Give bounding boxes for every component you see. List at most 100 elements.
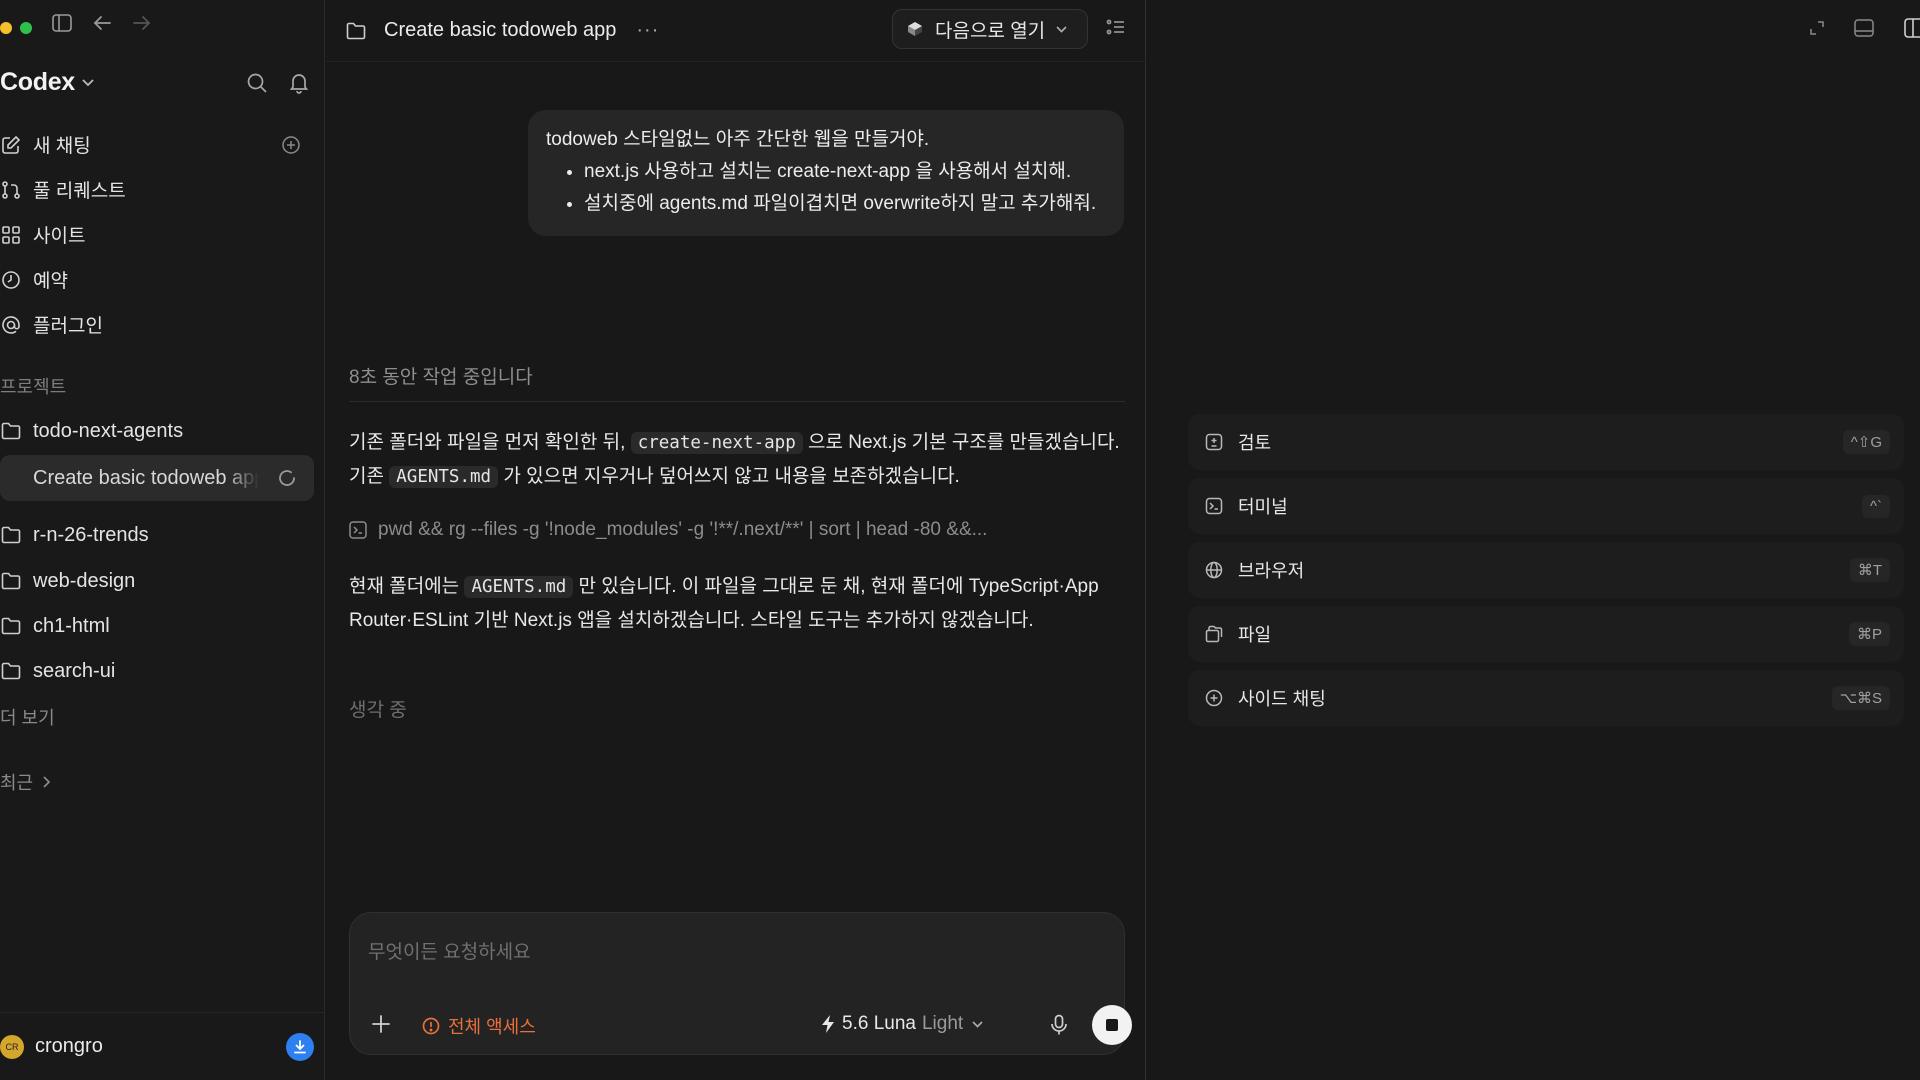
tool-files[interactable]: 파일 ⌘P (1188, 606, 1904, 662)
recent-section-toggle[interactable]: 최근 (0, 769, 51, 795)
project-label: search-ui (33, 659, 116, 682)
composer: 무엇이든 요청하세요 전체 액세스 5.6 Luna Light (349, 912, 1132, 1055)
inline-code: AGENTS.md (464, 576, 574, 598)
tool-label: 검토 (1238, 433, 1272, 453)
tool-label: 파일 (1238, 625, 1272, 645)
chevron-down-icon[interactable] (81, 78, 95, 88)
user-message-intro: todoweb 스타일없느 아주 간단한 웹을 만들거야. (546, 129, 930, 150)
more-options-icon[interactable]: ··· (636, 19, 659, 42)
tool-browser[interactable]: 브라우저 ⌘T (1188, 542, 1904, 598)
terminal-icon (1204, 497, 1224, 515)
inline-code: create-next-app (630, 432, 803, 454)
chat-panel: Create basic todoweb app ··· 다음으로 열기 tod… (326, 0, 1481, 1080)
nav-plugins[interactable]: 플러그인 (0, 302, 314, 347)
open-with-button[interactable]: 다음으로 열기 (892, 9, 1088, 49)
pull-request-icon (0, 180, 22, 200)
search-icon[interactable] (246, 72, 268, 94)
minimize-button[interactable] (0, 22, 12, 34)
project-item[interactable]: search-ui (0, 648, 314, 694)
project-label: ch1-html (33, 614, 110, 637)
show-more-link[interactable]: 더 보기 (0, 704, 55, 730)
back-arrow-icon[interactable] (92, 14, 112, 32)
chevron-down-icon (1055, 25, 1068, 34)
app-switcher[interactable]: Codex (0, 68, 75, 97)
nav-scheduled[interactable]: 예약 (0, 257, 314, 302)
tool-label: 터미널 (1238, 497, 1288, 517)
warning-shield-icon (422, 1017, 440, 1035)
tool-review[interactable]: 검토 ^⇧G (1188, 414, 1904, 470)
message-input[interactable]: 무엇이든 요청하세요 (368, 937, 531, 964)
at-icon (0, 315, 22, 335)
folder-icon (0, 617, 22, 635)
bolt-icon (822, 1015, 834, 1033)
side-panel: 검토 ^⇧G 터미널 ^` 브라우저 ⌘T 파일 ⌘P 사이드 채팅 ⌥⌘S (1147, 0, 1920, 1080)
recent-label: 최근 (0, 773, 34, 793)
nav-sites[interactable]: 사이트 (0, 212, 314, 257)
text: 가 있으면 지우거나 덮어쓰지 않고 내용을 보존하겠습니다. (498, 466, 960, 487)
stop-button[interactable] (1092, 1005, 1132, 1045)
expand-icon[interactable] (1810, 21, 1824, 35)
chevron-right-icon (41, 775, 51, 789)
working-status[interactable]: 8초 동안 작업 중입니다 (349, 362, 533, 389)
chat-header: Create basic todoweb app ··· 다음으로 열기 (326, 0, 1146, 62)
folder-icon (346, 22, 366, 40)
top-toolbar (52, 14, 152, 32)
list-item: next.js 사용하고 설치는 create-next-app 을 사용해서 … (584, 156, 1108, 188)
shortcut-badge: ^⇧G (1842, 430, 1890, 454)
list-item: 설치중에 agents.md 파일이겹치면 overwrite하지 말고 추가해… (584, 188, 1108, 220)
model-selector[interactable]: 5.6 Luna Light (820, 1013, 984, 1035)
side-chat-icon (1204, 689, 1224, 707)
projects-heading: 프로젝트 (0, 377, 67, 397)
shortcut-badge: ⌘P (1848, 622, 1890, 646)
folder-icon (0, 526, 22, 544)
assistant-message: 기존 폴더와 파일을 먼저 확인한 뒤, create-next-app 으로 … (349, 426, 1139, 494)
project-item[interactable]: ch1-html (0, 603, 314, 649)
project-item[interactable]: todo-next-agents (0, 408, 314, 454)
terminal-icon (349, 521, 367, 539)
nav-label: 예약 (33, 271, 68, 292)
project-item[interactable]: web-design (0, 558, 314, 604)
model-mode: Light (921, 1013, 964, 1034)
task-list-icon[interactable] (1106, 18, 1126, 36)
user-name: crongro (35, 1035, 103, 1057)
user-message: todoweb 스타일없느 아주 간단한 웹을 만들거야. next.js 사용… (528, 110, 1124, 236)
add-circle-icon[interactable] (280, 135, 302, 155)
project-label: web-design (33, 569, 136, 592)
user-profile[interactable]: CR crongro (0, 1012, 325, 1080)
sidebar-toggle-icon[interactable] (52, 14, 72, 32)
active-thread-item[interactable]: Create basic todoweb app (0, 455, 314, 501)
divider (349, 401, 1125, 402)
command-text: pwd && rg --files -g '!node_modules' -g … (378, 519, 988, 540)
project-item[interactable]: r-n-26-trends (0, 512, 314, 558)
microphone-icon[interactable] (1050, 1014, 1068, 1036)
tool-label: 사이드 채팅 (1238, 689, 1326, 709)
globe-icon (1204, 561, 1224, 579)
thread-label: Create basic todoweb app (33, 466, 259, 489)
bell-icon[interactable] (288, 72, 310, 94)
bottom-panel-icon[interactable] (1854, 19, 1874, 37)
access-level-button[interactable]: 전체 액세스 (422, 1013, 536, 1039)
shortcut-badge: ^` (1861, 494, 1890, 518)
shortcut-badge: ⌥⌘S (1831, 686, 1890, 710)
nav-label: 플러그인 (33, 316, 103, 337)
tool-terminal[interactable]: 터미널 ^` (1188, 478, 1904, 534)
nav-pull-requests[interactable]: 풀 리퀘스트 (0, 167, 314, 212)
sidebar: Codex 새 채팅 풀 리퀘스트 사이트 예약 플러그인 프로젝트 todo-… (0, 0, 325, 1080)
avatar: CR (0, 1034, 24, 1059)
command-step[interactable]: pwd && rg --files -g '!node_modules' -g … (349, 519, 987, 541)
right-panel-icon[interactable] (1904, 18, 1920, 38)
forward-arrow-icon[interactable] (132, 14, 152, 32)
text: 현재 폴더에는 (349, 576, 465, 597)
chevron-down-icon (971, 1020, 984, 1029)
nav-new-chat[interactable]: 새 채팅 (0, 122, 314, 167)
project-label: todo-next-agents (33, 419, 184, 442)
tool-side-chat[interactable]: 사이드 채팅 ⌥⌘S (1188, 670, 1904, 726)
zoom-button[interactable] (20, 22, 32, 34)
new-chat-icon (0, 135, 22, 155)
model-name: 5.6 Luna (842, 1013, 916, 1034)
download-update-button[interactable] (286, 1032, 314, 1061)
plus-icon[interactable] (370, 1013, 392, 1035)
clock-icon (0, 270, 22, 290)
project-label: r-n-26-trends (33, 523, 149, 546)
folder-icon (0, 662, 22, 680)
